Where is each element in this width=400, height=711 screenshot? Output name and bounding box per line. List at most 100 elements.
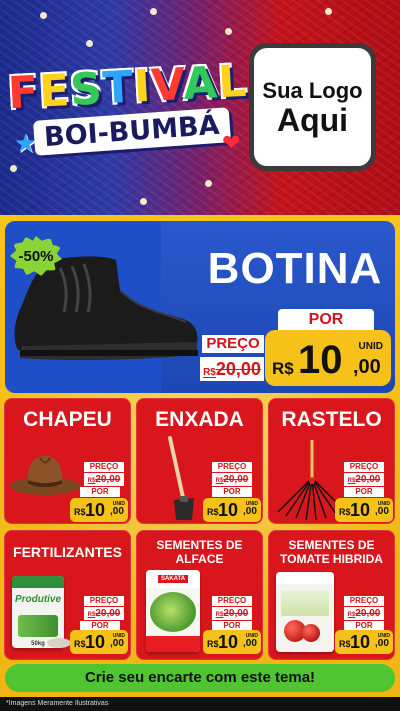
festival-title-letter: A: [181, 57, 220, 111]
heart-icon: ❤: [222, 130, 241, 155]
new-price: R$ 10 ,00 UNID: [335, 630, 393, 654]
old-price-int: 20: [223, 608, 235, 619]
featured-por-label: POR: [278, 309, 374, 331]
price-currency: R$: [74, 639, 86, 649]
new-price: R$ 10 ,00 UNID: [203, 630, 261, 654]
festival-header: FESTIVAL ★ BOI-BUMBÁ ❤ Sua Logo Aqui: [0, 0, 400, 215]
product-name-line2: TOMATE HIBRIDA: [280, 552, 383, 566]
rake-image: [277, 440, 343, 521]
disclaimer-footnote: *Imagens Meramente Ilustrativas: [0, 697, 400, 711]
featured-product-name: BOTINA: [207, 244, 383, 293]
old-price-int: 20: [95, 474, 107, 485]
old-price-int: 20: [355, 474, 367, 485]
featured-old-price: R$20,00: [200, 357, 264, 381]
confetti-dot: [86, 40, 93, 47]
confetti-dot: [325, 8, 332, 15]
price-currency: R$: [272, 359, 294, 378]
festival-logo: FESTIVAL ★ BOI-BUMBÁ ❤: [6, 56, 249, 162]
preco-label: PREÇO: [212, 596, 252, 606]
old-price-dec: ,00: [106, 474, 121, 485]
price-integer: 10: [85, 632, 106, 652]
bag-brand-text: Produtive: [14, 594, 62, 605]
price-unit: UNID: [245, 633, 258, 639]
product-name: SEMENTES DE TOMATE HIBRIDA: [268, 538, 395, 566]
old-price: R$20,00: [84, 473, 124, 486]
product-name: FERTILIZANTES: [13, 544, 122, 560]
product-name: SEMENTES DE ALFACE: [136, 538, 263, 566]
por-label: POR: [212, 487, 252, 497]
price-integer: 10: [350, 632, 371, 652]
price-integer: 10: [218, 632, 239, 652]
product-name-line2: ALFACE: [175, 552, 224, 566]
price-currency: R$: [207, 639, 219, 649]
price-unit: UNID: [358, 341, 383, 352]
price-decimal: ,00: [353, 356, 381, 378]
old-price-int: 20: [223, 474, 235, 485]
old-price-currency: R$: [203, 367, 216, 378]
old-price-dec: ,00: [106, 608, 121, 619]
festival-title-letter: S: [68, 63, 105, 116]
new-price: R$ 10 ,00 UNID: [203, 498, 261, 522]
new-price: R$ 10 ,00 UNID: [70, 498, 128, 522]
por-label: POR: [80, 487, 120, 497]
price-decimal: ,00: [110, 506, 124, 517]
logo-text-line2: Aqui: [276, 102, 349, 138]
price-unit: UNID: [245, 501, 258, 507]
price-decimal: ,00: [243, 638, 257, 649]
festival-title-letter: L: [216, 55, 249, 109]
create-flyer-button[interactable]: Crie seu encarte com este tema!: [5, 664, 395, 692]
old-price-int: 20: [95, 608, 107, 619]
price-decimal: ,00: [375, 638, 389, 649]
preco-label: PREÇO: [344, 462, 384, 472]
featured-preco-label: PREÇO: [202, 335, 264, 353]
preco-label: PREÇO: [212, 462, 252, 472]
product-name: ENXADA: [155, 408, 244, 431]
price-currency: R$: [74, 507, 86, 517]
festival-title-letter: E: [37, 65, 72, 118]
festival-title-letter: F: [6, 66, 41, 120]
alface-seed-packet-image: SAKATA: [146, 570, 200, 652]
old-price: R$20,00: [344, 473, 384, 486]
logo-placeholder[interactable]: Sua Logo Aqui: [249, 43, 376, 171]
preco-label: PREÇO: [344, 596, 384, 606]
preco-label: PREÇO: [84, 596, 124, 606]
old-price-dec: ,00: [366, 608, 381, 619]
confetti-dot: [225, 28, 232, 35]
old-price-dec: ,00: [235, 359, 261, 379]
confetti-dot: [10, 165, 17, 172]
price-integer: 10: [218, 500, 239, 520]
price-unit: UNID: [112, 501, 125, 507]
old-price-dec: ,00: [366, 474, 381, 485]
price-decimal: ,00: [375, 506, 389, 517]
preco-label: PREÇO: [84, 462, 124, 472]
featured-new-price: R$ 10 ,00 UNID: [265, 330, 391, 386]
confetti-dot: [140, 198, 147, 205]
price-unit: UNID: [377, 501, 390, 507]
new-price: R$ 10 ,00 UNID: [335, 498, 393, 522]
confetti-dot: [205, 180, 212, 187]
price-unit: UNID: [112, 633, 125, 639]
festival-title-letter: V: [149, 59, 185, 112]
price-currency: R$: [339, 507, 351, 517]
price-decimal: ,00: [243, 506, 257, 517]
old-price-dec: ,00: [234, 474, 249, 485]
old-price: R$20,00: [212, 607, 252, 620]
product-name-line1: SEMENTES DE: [288, 538, 375, 552]
price-decimal: ,00: [110, 638, 124, 649]
old-price: R$20,00: [84, 607, 124, 620]
confetti-dot: [150, 8, 157, 15]
price-currency: R$: [207, 507, 219, 517]
product-name: RASTELO: [281, 408, 382, 431]
new-price: R$ 10 ,00 UNID: [70, 630, 128, 654]
old-price-int: 20: [355, 608, 367, 619]
granules-icon: [47, 638, 71, 648]
product-name: CHAPEU: [23, 408, 112, 431]
price-integer: 10: [298, 338, 343, 382]
price-integer: 10: [350, 500, 371, 520]
old-price-int: 20: [215, 359, 236, 379]
old-price: R$20,00: [344, 607, 384, 620]
por-label: POR: [344, 487, 384, 497]
price-currency: R$: [339, 639, 351, 649]
product-name-line1: SEMENTES DE: [156, 538, 243, 552]
packet-brand-text: SAKATA: [157, 575, 189, 583]
